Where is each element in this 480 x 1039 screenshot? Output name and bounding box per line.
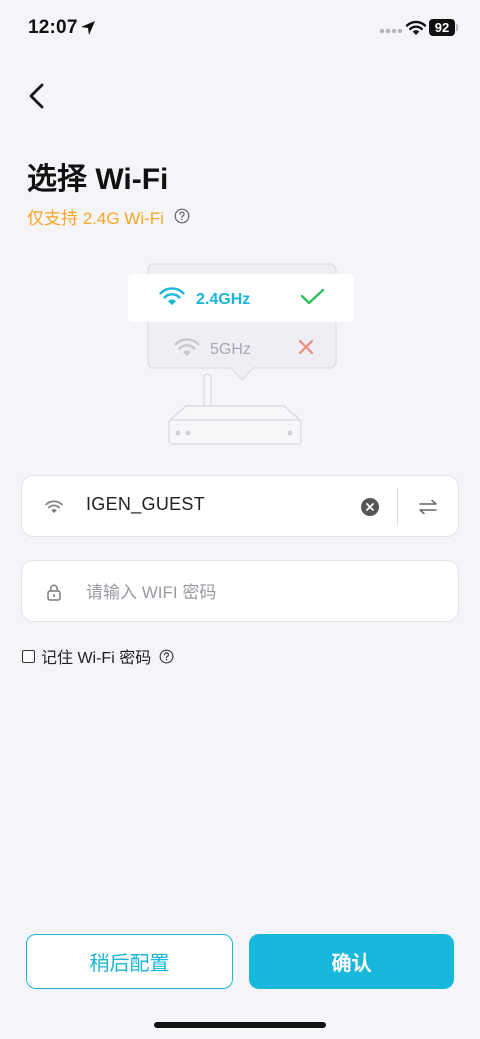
router-illustration-graphic: 2.4GHz 5GHz (128, 263, 354, 445)
help-icon[interactable] (174, 208, 190, 224)
cellular-signal-icon (379, 28, 403, 34)
ssid-field[interactable]: IGEN_GUEST (21, 475, 459, 537)
clear-icon[interactable] (361, 498, 379, 516)
router-illustration: 2.4GHz 5GHz (120, 262, 360, 452)
confirm-button[interactable]: 确认 (249, 934, 454, 989)
help-icon[interactable] (159, 649, 174, 664)
divider (397, 488, 398, 526)
band-24-label: 2.4GHz (196, 291, 250, 308)
lock-icon (47, 584, 61, 601)
wifi-status-icon (405, 20, 427, 35)
battery-level: 92 (429, 19, 455, 36)
subtitle-row: 仅支持 2.4G Wi-Fi (27, 205, 190, 228)
password-field[interactable] (21, 560, 459, 622)
location-arrow-icon (81, 21, 95, 35)
switch-network-icon[interactable] (417, 496, 439, 518)
ssid-value[interactable]: IGEN_GUEST (86, 494, 205, 515)
page-title: 选择 Wi-Fi (27, 163, 169, 196)
wifi-icon (45, 500, 63, 513)
remember-checkbox[interactable] (22, 649, 35, 663)
battery-icon: 92 (429, 19, 459, 36)
remember-label[interactable]: 记住 Wi-Fi 密码 (41, 644, 151, 668)
status-bar: 12:07 92 (0, 0, 480, 56)
password-input[interactable] (84, 573, 428, 613)
home-indicator (154, 1022, 326, 1028)
status-time: 12:07 (28, 17, 78, 38)
back-button[interactable] (20, 78, 56, 114)
remember-password-row[interactable]: 记住 Wi-Fi 密码 (22, 644, 174, 668)
band-support-note: 仅支持 2.4G Wi-Fi (27, 208, 164, 228)
band-5-label: 5GHz (210, 341, 251, 358)
configure-later-button[interactable]: 稍后配置 (26, 934, 233, 989)
battery-nub (456, 24, 458, 31)
